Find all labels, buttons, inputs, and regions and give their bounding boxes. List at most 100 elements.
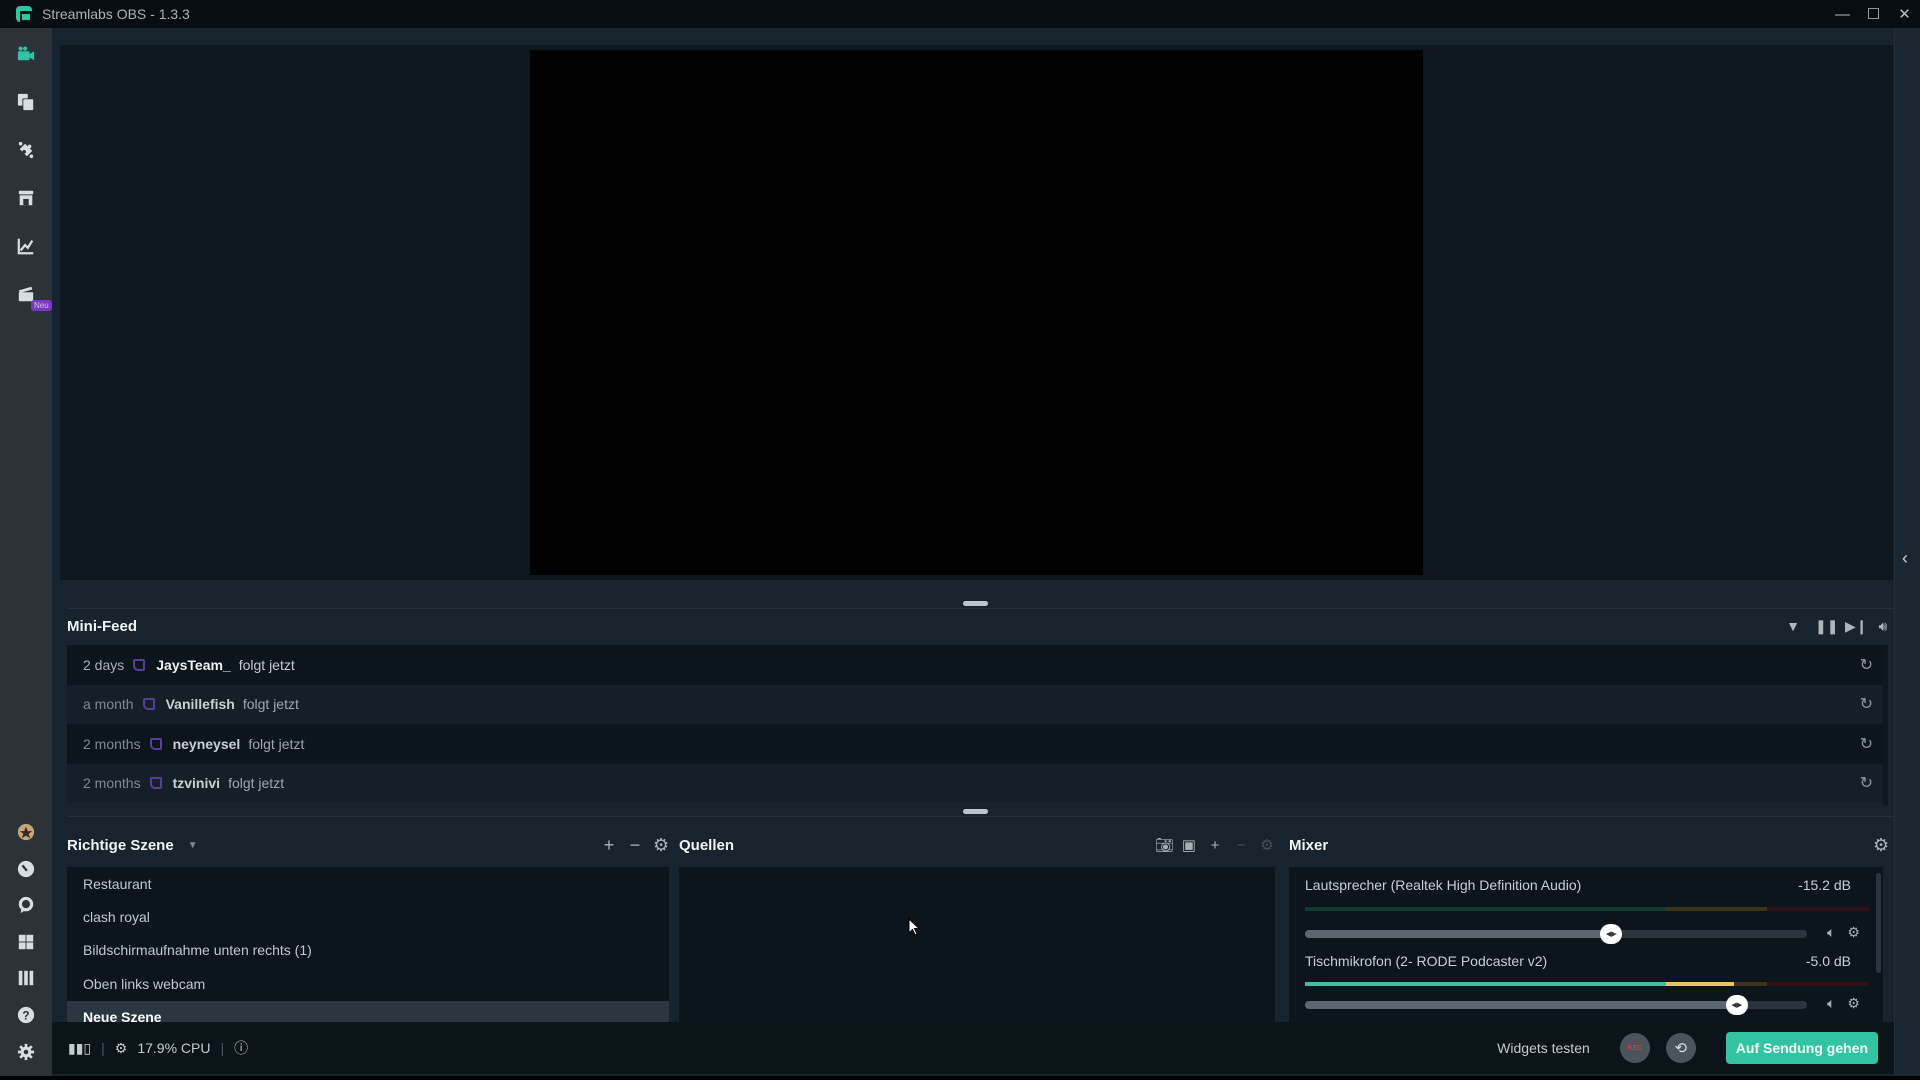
feed-item: 2 months tzvinivi folgt jetzt ↻	[67, 763, 1883, 803]
grid-icon[interactable]	[16, 932, 36, 952]
volume-knob[interactable]: ◀▶	[1725, 995, 1748, 1015]
mixer-scrollbar[interactable]	[1876, 873, 1881, 973]
gear-icon[interactable]	[16, 1042, 36, 1062]
record-button[interactable]: REC	[1619, 1033, 1650, 1063]
performance-chart-icon[interactable]: ▮▮▯	[68, 1040, 91, 1057]
divider: |	[220, 1040, 225, 1056]
feed-time: 2 days	[83, 656, 125, 673]
chevron-left-icon[interactable]: ‹	[1902, 548, 1908, 569]
go-live-button[interactable]: Auf Sendung gehen	[1725, 1032, 1878, 1064]
scene-collection-title[interactable]: Richtige Szene	[67, 837, 174, 854]
mixer-list: Lautsprecher (Realtek High Definition Au…	[1289, 867, 1883, 1035]
scene-item[interactable]: Bildschirmaufnahme unten rechts (1)	[67, 934, 669, 967]
screen-edge	[0, 1076, 1920, 1080]
add-source-button[interactable]: +	[1207, 837, 1223, 854]
mute-speaker-icon[interactable]: 🔈︎	[1827, 924, 1835, 941]
feed-user: Vanillefish	[165, 696, 235, 713]
pause-icon[interactable]: ❚❚	[1815, 618, 1838, 635]
twitch-icon	[149, 737, 162, 750]
feed-time: 2 months	[83, 735, 141, 752]
channel-settings-gear-icon[interactable]: ⚙	[1847, 924, 1860, 941]
replay-buffer-icon[interactable]: ⟲	[1665, 1033, 1696, 1063]
twitch-icon	[142, 698, 155, 711]
minimize-button[interactable]: —	[1827, 0, 1858, 28]
volume-slider[interactable]: ◀▶	[1305, 924, 1807, 944]
minifeed-scrollbar[interactable]	[1883, 645, 1888, 805]
studio-editor[interactable]	[60, 45, 1893, 580]
scene-item[interactable]: Oben links webcam	[67, 967, 669, 1000]
main-area: Mini-Feed ▼ ❚❚ ▶❙ 🔊︎ 2 days JaysTeam_ fo…	[52, 28, 1920, 1080]
mixer-panel: Mixer ⚙ Lautsprecher (Realtek High Defin…	[1289, 826, 1889, 1044]
volume-meter	[1305, 982, 1869, 986]
source-settings-gear-icon[interactable]: ⚙	[1259, 836, 1275, 854]
test-widgets-button[interactable]: Widgets testen	[1497, 1040, 1590, 1056]
stream-preview[interactable]	[530, 50, 1423, 575]
feed-time: 2 months	[83, 775, 141, 792]
add-folder-icon[interactable]: ▣	[1181, 836, 1197, 854]
scene-item[interactable]: Restaurant	[67, 867, 669, 900]
close-button[interactable]: ✕	[1889, 0, 1920, 28]
sidebar: Neu ?	[0, 28, 52, 1080]
divider: |	[101, 1040, 105, 1056]
repeat-alert-icon[interactable]: ↻	[1860, 773, 1873, 793]
sources-title: Quellen	[679, 836, 735, 854]
repeat-alert-icon[interactable]: ↻	[1860, 655, 1873, 675]
remove-source-button[interactable]: −	[1233, 837, 1249, 854]
new-badge: Neu	[31, 300, 52, 311]
bottom-panels-resize-handle[interactable]	[963, 809, 988, 814]
gauge-icon[interactable]	[16, 859, 36, 879]
volume-knob[interactable]: ◀▶	[1600, 924, 1623, 944]
scene-item[interactable]: clash royal	[67, 900, 669, 933]
minifeed-resize-handle[interactable]	[963, 601, 988, 606]
mixer-title: Mixer	[1289, 836, 1329, 854]
columns-icon[interactable]	[16, 968, 36, 988]
storefront-icon[interactable]	[16, 188, 36, 208]
window-title: Streamlabs OBS - 1.3.3	[42, 6, 190, 22]
channel-db: -15.2 dB	[1798, 877, 1851, 893]
mixer-channel: Lautsprecher (Realtek High Definition Au…	[1305, 867, 1869, 951]
cpu-chip-icon: ⚙	[114, 1039, 128, 1056]
minifeed-list: 2 days JaysTeam_ folgt jetzt ↻ a month V…	[67, 645, 1883, 806]
source-list[interactable]	[679, 867, 1275, 1035]
volume-meter	[1305, 907, 1869, 911]
mute-speaker-icon[interactable]: 🔈︎	[1827, 995, 1835, 1012]
help-icon[interactable]: ?	[16, 1005, 36, 1025]
maximize-button[interactable]: ☐	[1858, 0, 1889, 28]
mixer-settings-gear-icon[interactable]: ⚙	[1873, 835, 1889, 856]
star-badge-icon[interactable]	[16, 822, 36, 842]
feed-item: 2 months neyneysel folgt jetzt ↻	[67, 724, 1883, 764]
chat-bubble-icon[interactable]	[16, 895, 36, 915]
copy-layers-icon[interactable]	[16, 92, 36, 112]
chevron-down-icon[interactable]: ▼	[188, 840, 198, 851]
scenes-panel: Richtige Szene ▼ + − ⚙ Restaurant clash …	[67, 826, 669, 1044]
feed-action: folgt jetzt	[242, 696, 299, 713]
video-camera-icon[interactable]	[16, 44, 36, 64]
twitch-icon	[133, 658, 146, 671]
puzzle-icon[interactable]	[16, 140, 36, 160]
scene-settings-gear-icon[interactable]: ⚙	[653, 835, 669, 856]
minifeed-title: Mini-Feed	[67, 618, 137, 635]
streamlabs-logo-icon	[16, 6, 32, 22]
divider	[67, 816, 1895, 817]
volume-slider[interactable]: ◀▶	[1305, 995, 1807, 1015]
filter-icon[interactable]: ▼	[1785, 618, 1801, 635]
info-icon[interactable]: ⓘ	[234, 1038, 248, 1058]
feed-user: JaysTeam_	[156, 656, 231, 673]
webcam-broadcast-icon[interactable]: 📷︎	[1155, 836, 1174, 854]
skip-icon[interactable]: ▶❙	[1845, 618, 1868, 635]
feed-action: folgt jetzt	[228, 775, 285, 792]
repeat-alert-icon[interactable]: ↻	[1860, 694, 1873, 714]
feed-item: 2 days JaysTeam_ folgt jetzt ↻	[67, 645, 1883, 685]
volume-icon[interactable]: 🔊︎	[1875, 618, 1891, 635]
repeat-alert-icon[interactable]: ↻	[1860, 734, 1873, 754]
sources-panel: Quellen 📷︎ ▣ + − ⚙	[679, 826, 1275, 1044]
add-scene-button[interactable]: +	[601, 835, 617, 856]
feed-action: folgt jetzt	[248, 735, 305, 752]
volume-fill	[1305, 930, 1612, 938]
remove-scene-button[interactable]: −	[627, 835, 643, 856]
channel-settings-gear-icon[interactable]: ⚙	[1847, 995, 1860, 1012]
twitch-icon	[149, 777, 162, 790]
feed-user: tzvinivi	[172, 775, 221, 792]
chart-line-icon[interactable]	[16, 236, 36, 256]
scene-list: Restaurant clash royal Bildschirmaufnahm…	[67, 867, 669, 1035]
